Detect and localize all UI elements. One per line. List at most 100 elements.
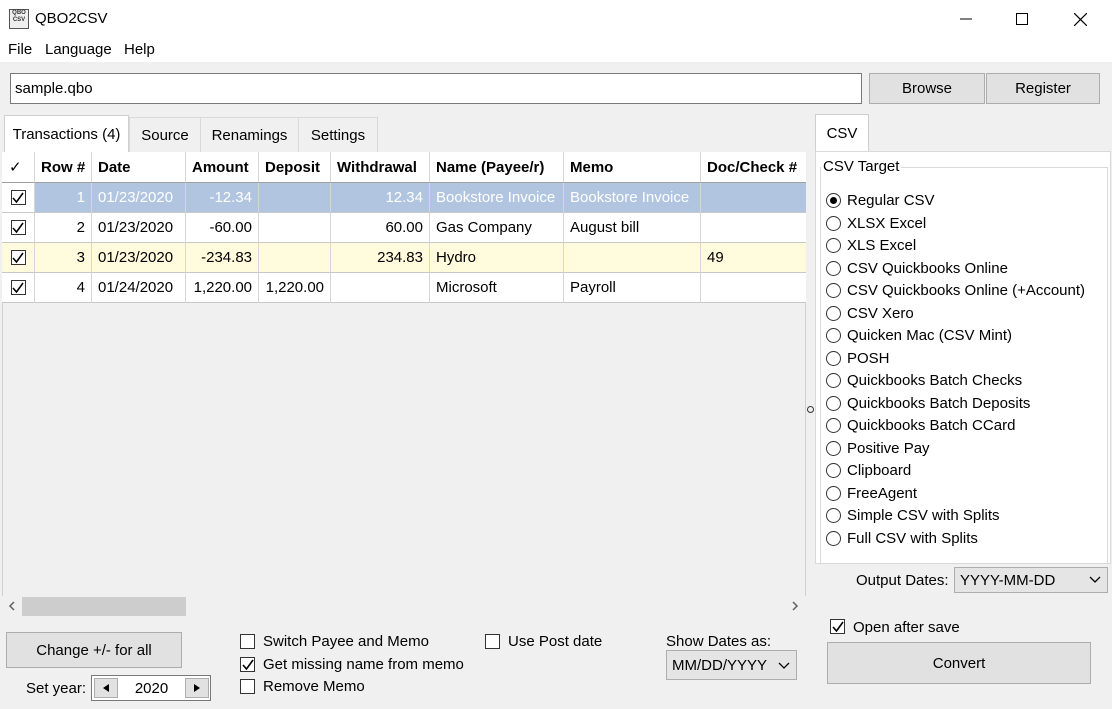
cell-amount[interactable]: 1,220.00 [186,273,259,303]
change-sign-button[interactable]: Change +/- for all [6,632,182,668]
file-path-input[interactable]: sample.qbo [10,73,862,104]
header-memo[interactable]: Memo [564,152,701,183]
radio-quickbooks-batch-ccard[interactable] [826,418,841,433]
radio-full-csv-with-splits[interactable] [826,531,841,546]
header-withdrawal[interactable]: Withdrawal [331,152,430,183]
header-doc[interactable]: Doc/Check # [701,152,806,183]
cell-name[interactable]: Hydro [430,243,564,273]
radio-quickbooks-batch-deposits[interactable] [826,396,841,411]
cell-name[interactable]: Bookstore Invoice [430,183,564,213]
register-button[interactable]: Register [986,73,1100,104]
output-dates-select[interactable]: YYYY-MM-DD [954,567,1108,593]
radio-simple-csv-with-splits[interactable] [826,508,841,523]
radio-label[interactable]: CSV Xero [847,305,914,322]
radio-label[interactable]: Quicken Mac (CSV Mint) [847,327,1012,344]
cell-row[interactable]: 3 [35,243,92,273]
row-checkbox[interactable] [2,273,35,303]
header-row[interactable]: Row # [35,152,92,183]
radio-csv-xero[interactable] [826,306,841,321]
cell-date[interactable]: 01/23/2020 [92,213,186,243]
cell-row[interactable]: 1 [35,183,92,213]
radio-regular-csv[interactable] [826,193,841,208]
cell-date[interactable]: 01/23/2020 [92,243,186,273]
header-deposit[interactable]: Deposit [259,152,331,183]
radio-label[interactable]: FreeAgent [847,485,917,502]
cell-doc[interactable] [701,273,806,303]
radio-label[interactable]: Full CSV with Splits [847,530,978,547]
header-amount[interactable]: Amount [186,152,259,183]
scroll-right-arrow-icon[interactable] [789,599,801,613]
post-date-checkbox[interactable] [485,634,500,649]
year-value[interactable]: 2020 [118,680,185,697]
tab-transactions[interactable]: Transactions (4) [4,115,129,153]
menu-file[interactable]: File [8,41,32,58]
radio-xlsx-excel[interactable] [826,216,841,231]
remove-memo-checkbox[interactable] [240,679,255,694]
header-check[interactable]: ✓ [2,152,35,183]
splitter-handle[interactable] [807,406,814,413]
cell-name[interactable]: Microsoft [430,273,564,303]
maximize-button[interactable] [994,0,1050,38]
row-checkbox[interactable] [2,213,35,243]
cell-withdrawal[interactable]: 60.00 [331,213,430,243]
cell-deposit[interactable] [259,243,331,273]
radio-label[interactable]: POSH [847,350,890,367]
cell-doc[interactable] [701,213,806,243]
radio-positive-pay[interactable] [826,441,841,456]
menu-language[interactable]: Language [45,41,112,58]
year-decrement-button[interactable] [94,678,118,698]
open-after-save-checkbox[interactable] [830,619,845,634]
radio-label[interactable]: CSV Quickbooks Online [847,260,1008,277]
tab-csv[interactable]: CSV [815,114,869,152]
scroll-thumb[interactable] [22,597,186,616]
radio-quickbooks-batch-checks[interactable] [826,373,841,388]
radio-label[interactable]: Positive Pay [847,440,930,457]
cell-memo[interactable]: Bookstore Invoice [564,183,701,213]
header-name[interactable]: Name (Payee/r) [430,152,564,183]
radio-posh[interactable] [826,351,841,366]
radio-label[interactable]: Simple CSV with Splits [847,507,1000,524]
radio-label[interactable]: XLSX Excel [847,215,926,232]
cell-row[interactable]: 2 [35,213,92,243]
radio-label[interactable]: CSV Quickbooks Online (+Account) [847,282,1085,299]
cell-deposit[interactable] [259,213,331,243]
switch-payee-checkbox[interactable] [240,634,255,649]
radio-freeagent[interactable] [826,486,841,501]
radio-quicken-mac-csv-mint[interactable] [826,328,841,343]
cell-memo[interactable] [564,243,701,273]
radio-csv-quickbooks-online-account[interactable] [826,283,841,298]
row-checkbox[interactable] [2,243,35,273]
radio-csv-quickbooks-online[interactable] [826,261,841,276]
cell-deposit[interactable] [259,183,331,213]
missing-name-checkbox[interactable] [240,657,255,672]
cell-doc[interactable] [701,183,806,213]
radio-label[interactable]: Regular CSV [847,192,935,209]
close-button[interactable] [1052,0,1108,38]
cell-withdrawal[interactable] [331,273,430,303]
radio-label[interactable]: Quickbooks Batch CCard [847,417,1015,434]
show-dates-select[interactable]: MM/DD/YYYY [666,650,797,680]
tab-settings[interactable]: Settings [298,117,378,153]
radio-label[interactable]: Quickbooks Batch Checks [847,372,1022,389]
header-date[interactable]: Date [92,152,186,183]
cell-withdrawal[interactable]: 12.34 [331,183,430,213]
cell-amount[interactable]: -234.83 [186,243,259,273]
minimize-button[interactable] [938,0,994,38]
convert-button[interactable]: Convert [827,642,1091,684]
cell-name[interactable]: Gas Company [430,213,564,243]
cell-memo[interactable]: Payroll [564,273,701,303]
cell-date[interactable]: 01/24/2020 [92,273,186,303]
cell-date[interactable]: 01/23/2020 [92,183,186,213]
radio-label[interactable]: XLS Excel [847,237,916,254]
cell-amount[interactable]: -12.34 [186,183,259,213]
menu-help[interactable]: Help [124,41,155,58]
browse-button[interactable]: Browse [869,73,985,104]
radio-xls-excel[interactable] [826,238,841,253]
cell-memo[interactable]: August bill [564,213,701,243]
scroll-left-arrow-icon[interactable] [6,599,18,613]
tab-renamings[interactable]: Renamings [200,117,299,153]
cell-doc[interactable]: 49 [701,243,806,273]
radio-label[interactable]: Quickbooks Batch Deposits [847,395,1030,412]
row-checkbox[interactable] [2,183,35,213]
cell-amount[interactable]: -60.00 [186,213,259,243]
